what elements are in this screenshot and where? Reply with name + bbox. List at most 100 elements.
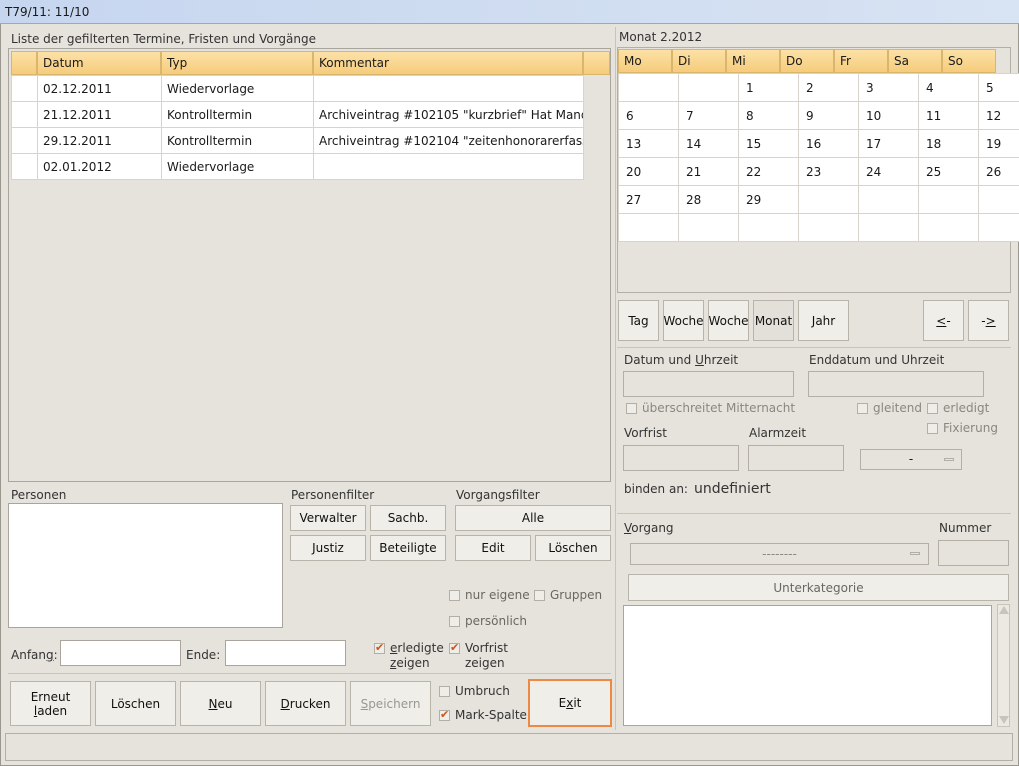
calendar-day-cell[interactable]: 14: [678, 129, 739, 158]
pane-divider[interactable]: [615, 27, 616, 730]
view-arbeitswoche-button[interactable]: Woche: [708, 300, 749, 341]
table-row[interactable]: 29.12.2011 Kontrolltermin Archiveintrag #1…: [11, 127, 584, 154]
justiz-button[interactable]: Justiz: [290, 535, 366, 561]
anfang-input[interactable]: [60, 640, 181, 666]
previous-button[interactable]: < -: [923, 300, 964, 341]
calendar-day-cell[interactable]: 4: [918, 73, 979, 102]
appointment-list[interactable]: Datum Typ Kommentar 02.12.2011 Wiedervorl…: [8, 48, 611, 482]
mitternacht-checkbox[interactable]: [626, 403, 637, 414]
vorgang-select[interactable]: --------: [630, 543, 929, 565]
alarmzeit-input[interactable]: [748, 445, 844, 471]
erledigt-label: erledigt: [943, 401, 990, 415]
erneut-laden-button[interactable]: Erneut laden: [10, 681, 91, 726]
column-header-marker[interactable]: [11, 51, 37, 75]
calendar-day-cell[interactable]: 7: [678, 101, 739, 130]
mark-spalte-checkbox[interactable]: [439, 708, 450, 721]
calendar-day-cell[interactable]: 22: [738, 157, 799, 186]
calendar-day-cell[interactable]: 21: [678, 157, 739, 186]
calendar-day-cell[interactable]: [618, 213, 679, 242]
calendar-day-cell[interactable]: [918, 185, 979, 214]
calendar-day-cell[interactable]: [798, 213, 859, 242]
vorgang-loeschen-button[interactable]: Löschen: [535, 535, 611, 561]
calendar-day-cell[interactable]: [858, 213, 919, 242]
drucken-button[interactable]: Drucken: [265, 681, 346, 726]
beteiligte-button[interactable]: Beteiligte: [370, 535, 446, 561]
column-header-datum[interactable]: Datum: [37, 51, 161, 75]
vertical-scrollbar[interactable]: [997, 604, 1010, 727]
table-row[interactable]: 21.12.2011 Kontrolltermin Archiveintrag #1…: [11, 101, 584, 128]
dash-select[interactable]: -: [860, 449, 962, 470]
loeschen-button[interactable]: Löschen: [95, 681, 176, 726]
vorgang-notes-area[interactable]: [623, 605, 992, 726]
scroll-down-icon[interactable]: [999, 716, 1009, 724]
table-row[interactable]: 02.01.2012 Wiedervorlage: [11, 153, 584, 180]
vorfrist-zeigen-checkbox[interactable]: [449, 641, 460, 654]
calendar-day-cell[interactable]: 10: [858, 101, 919, 130]
calendar-day-cell[interactable]: 1: [738, 73, 799, 102]
table-row[interactable]: 02.12.2011 Wiedervorlage: [11, 75, 584, 102]
vorfrist-input[interactable]: [623, 445, 739, 471]
calendar-day-cell[interactable]: 8: [738, 101, 799, 130]
neu-button[interactable]: Neu: [180, 681, 261, 726]
calendar-day-cell[interactable]: [678, 213, 739, 242]
calendar-day-cell[interactable]: [858, 185, 919, 214]
gleitend-checkbox[interactable]: [857, 403, 868, 414]
calendar-day-cell[interactable]: 13: [618, 129, 679, 158]
calendar-day-cell[interactable]: [678, 73, 739, 102]
umbruch-checkbox[interactable]: [439, 686, 450, 697]
calendar-day-cell[interactable]: 12: [978, 101, 1019, 130]
exit-button[interactable]: Ex it: [528, 679, 612, 727]
calendar-day-cell[interactable]: 27: [618, 185, 679, 214]
column-header-kommentar[interactable]: Kommentar: [313, 51, 583, 75]
calendar-day-cell[interactable]: 20: [618, 157, 679, 186]
calendar-day-cell[interactable]: [918, 213, 979, 242]
view-jahr-button[interactable]: Jahr: [798, 300, 849, 341]
nur-eigene-checkbox[interactable]: [449, 590, 460, 601]
calendar-day-cell[interactable]: [798, 185, 859, 214]
personen-list[interactable]: [8, 503, 283, 628]
calendar-day-cell[interactable]: 25: [918, 157, 979, 186]
ende-input[interactable]: [225, 640, 346, 666]
nummer-input[interactable]: [938, 540, 1009, 566]
calendar-day-cell[interactable]: 17: [858, 129, 919, 158]
calendar-day-cell[interactable]: 26: [978, 157, 1019, 186]
calendar-day-cell[interactable]: 24: [858, 157, 919, 186]
alle-button[interactable]: Alle: [455, 505, 611, 531]
speichern-button[interactable]: Speichern: [350, 681, 431, 726]
fixierung-checkbox[interactable]: [927, 423, 938, 434]
calendar-day-cell[interactable]: 9: [798, 101, 859, 130]
view-monat-button[interactable]: Monat: [753, 300, 794, 341]
calendar-month-view[interactable]: Mo Di Mi Do Fr Sa So 1 2 3 4 5 6 7 8 9 10 11 12 13 14…: [617, 47, 1019, 293]
persoenlich-checkbox[interactable]: [449, 616, 460, 627]
erledigte-zeigen-checkbox[interactable]: [374, 641, 385, 654]
enddatum-input[interactable]: [808, 371, 984, 397]
next-button[interactable]: - >: [968, 300, 1009, 341]
calendar-day-cell[interactable]: 5: [978, 73, 1019, 102]
view-tag-button[interactable]: Tag: [618, 300, 659, 341]
view-woche-button[interactable]: Woche: [663, 300, 704, 341]
calendar-day-cell[interactable]: [738, 213, 799, 242]
calendar-day-cell[interactable]: 3: [858, 73, 919, 102]
calendar-day-cell[interactable]: 29: [738, 185, 799, 214]
calendar-day-cell[interactable]: 18: [918, 129, 979, 158]
calendar-day-cell[interactable]: [978, 213, 1019, 242]
calendar-day-cell[interactable]: 23: [798, 157, 859, 186]
unterkategorie-button[interactable]: Unterkategorie: [628, 574, 1009, 601]
edit-button[interactable]: Edit: [455, 535, 531, 561]
calendar-day-cell[interactable]: 2: [798, 73, 859, 102]
calendar-day-cell[interactable]: 15: [738, 129, 799, 158]
calendar-day-cell[interactable]: 6: [618, 101, 679, 130]
calendar-day-cell[interactable]: 19: [978, 129, 1019, 158]
calendar-day-cell[interactable]: [618, 73, 679, 102]
verwalter-button[interactable]: Verwalter: [290, 505, 366, 531]
column-header-typ[interactable]: Typ: [161, 51, 313, 75]
erledigt-checkbox[interactable]: [927, 403, 938, 414]
calendar-day-cell[interactable]: 28: [678, 185, 739, 214]
calendar-day-cell[interactable]: [978, 185, 1019, 214]
datum-uhrzeit-input[interactable]: [623, 371, 794, 397]
calendar-day-cell[interactable]: 16: [798, 129, 859, 158]
sachb-button[interactable]: Sachb.: [370, 505, 446, 531]
scroll-up-icon[interactable]: [999, 606, 1009, 614]
gruppen-checkbox[interactable]: [534, 590, 545, 601]
calendar-day-cell[interactable]: 11: [918, 101, 979, 130]
